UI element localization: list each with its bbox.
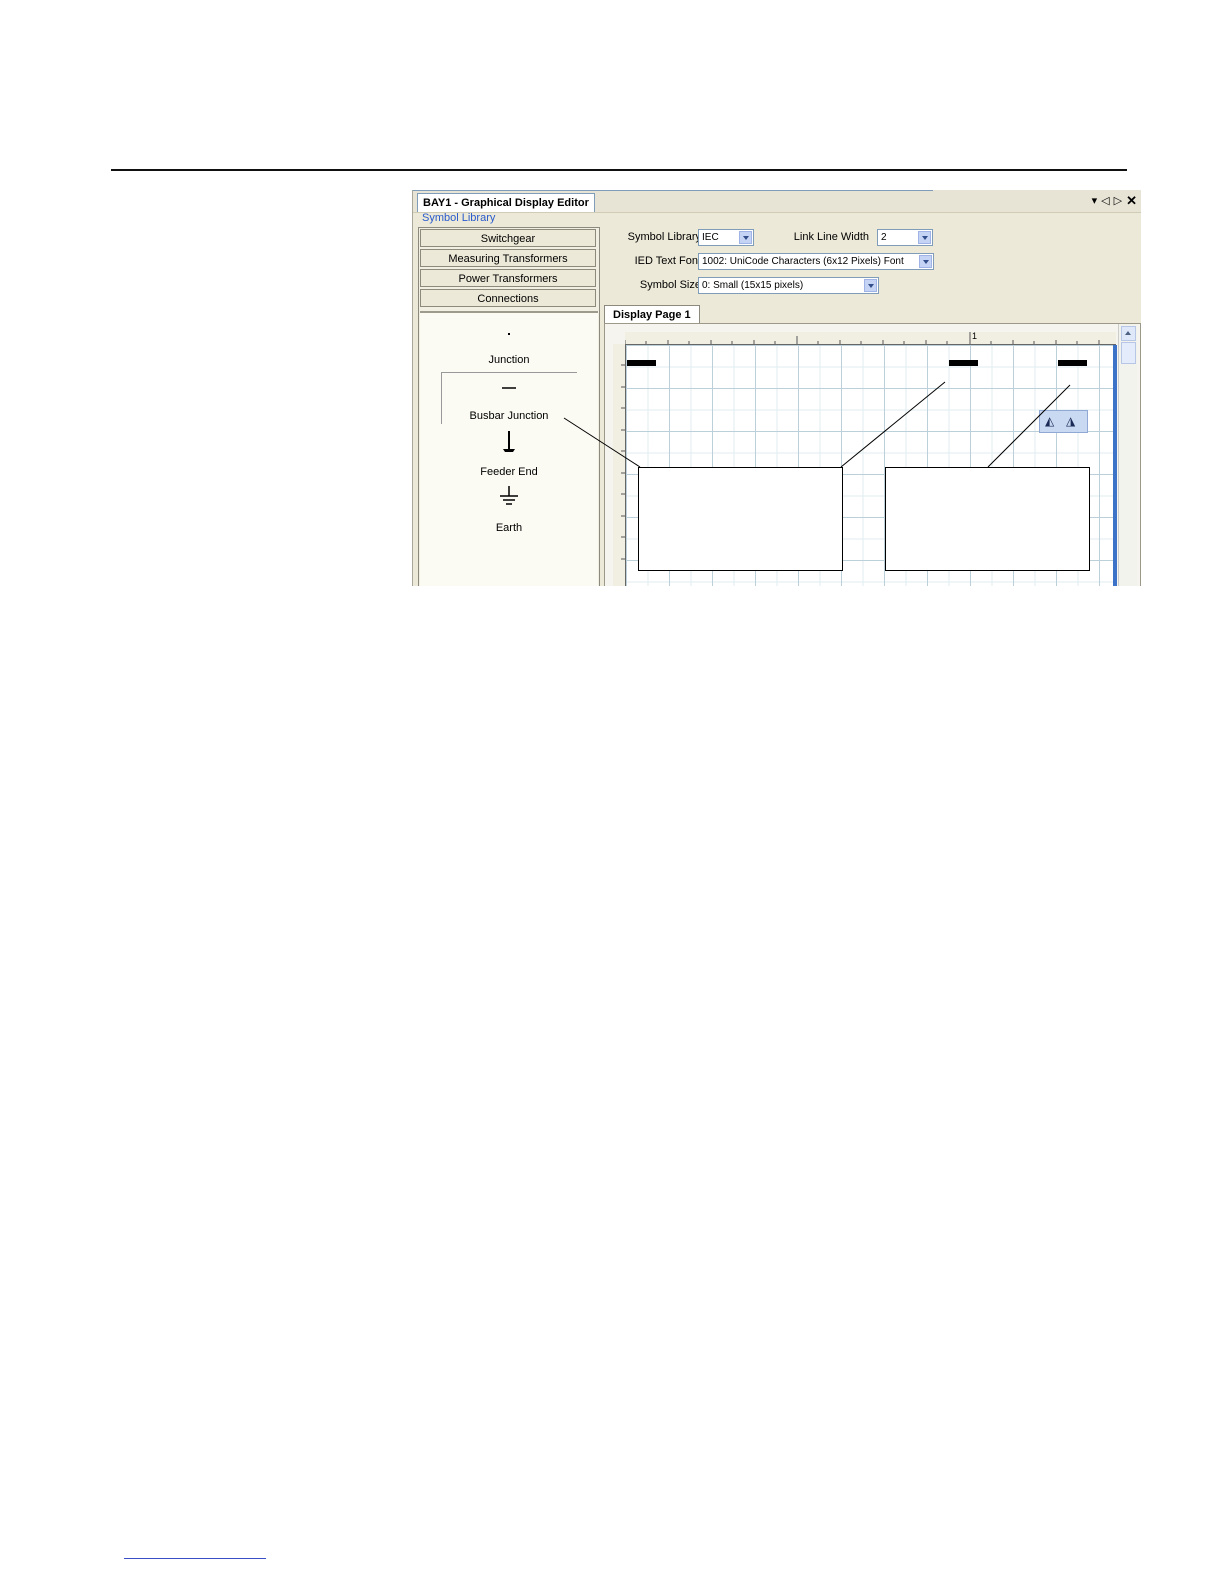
ied-text-font-select[interactable]: 1002: UniCode Characters (6x12 Pixels) F…: [698, 253, 934, 270]
tab-display-page-1[interactable]: Display Page 1: [604, 305, 700, 324]
earth-ground-icon[interactable]: [499, 485, 519, 507]
symbol-label-feeder-end[interactable]: Feeder End: [420, 466, 598, 478]
editor-title-strip: BAY1 - Graphical Display Editor ▾ ◁ ▷ ✕: [413, 190, 1141, 213]
window-controls: ▾ ◁ ▷ ✕: [1092, 193, 1137, 209]
ruler-mark: 1: [972, 331, 978, 341]
flip-horizontal-icon[interactable]: ◭: [1045, 414, 1054, 428]
symbol-size-select[interactable]: 0: Small (15x15 pixels): [698, 277, 879, 294]
close-icon[interactable]: ✕: [1126, 194, 1137, 208]
symbol-library-label: Symbol Library: [627, 231, 701, 243]
chevron-down-icon[interactable]: [864, 279, 877, 292]
callout-box-left: [638, 467, 843, 571]
flip-toolbar: ◭ ◮: [1039, 410, 1088, 433]
link-line-width-select[interactable]: 2: [877, 229, 933, 246]
busbar-symbol-left[interactable]: [627, 360, 656, 366]
category-switchgear[interactable]: Switchgear: [420, 229, 596, 247]
scrollbar-thumb[interactable]: [1121, 342, 1136, 364]
footnote-rule: [124, 1558, 266, 1559]
symbol-library-header: Symbol Library: [422, 212, 496, 224]
symbol-size-label: Symbol Size: [639, 279, 701, 291]
dropdown-menu-icon[interactable]: ▾: [1092, 194, 1098, 208]
junction-dot-icon[interactable]: [499, 325, 519, 347]
category-measuring-transformers[interactable]: Measuring Transformers: [420, 249, 596, 267]
feeder-end-arrow-icon[interactable]: [499, 430, 519, 452]
vertical-ruler: [613, 344, 626, 586]
symbol-list: Junction Busbar Junction Feeder End Eart…: [420, 311, 598, 586]
scroll-up-icon[interactable]: [1121, 326, 1136, 341]
horizontal-ruler: 1: [625, 331, 1116, 345]
category-connections[interactable]: Connections: [420, 289, 596, 307]
chevron-down-icon[interactable]: [918, 231, 931, 244]
symbol-library-panel: Switchgear Measuring Transformers Power …: [418, 227, 600, 586]
symbol-label-earth[interactable]: Earth: [420, 522, 598, 534]
vertical-scrollbar[interactable]: [1118, 324, 1137, 586]
symbol-library-select[interactable]: IEC: [698, 229, 754, 246]
scroll-right-icon[interactable]: ▷: [1114, 194, 1122, 208]
ied-text-font-label: IED Text Font: [634, 255, 701, 267]
page-header-rule: [111, 169, 1127, 171]
page-boundary-line: [1113, 345, 1117, 586]
editor-document-tab[interactable]: BAY1 - Graphical Display Editor: [417, 193, 595, 212]
display-settings: Symbol Library IEC Link Line Width 2 IED…: [603, 227, 1133, 307]
callout-box-right: [885, 467, 1090, 571]
flip-vertical-icon[interactable]: ◮: [1066, 414, 1075, 428]
scroll-left-icon[interactable]: ◁: [1101, 194, 1109, 208]
busbar-junction-icon[interactable]: [499, 377, 519, 399]
busbar-symbol-middle[interactable]: [949, 360, 978, 366]
symbol-label-busbar-junction[interactable]: Busbar Junction: [420, 410, 598, 422]
chevron-down-icon[interactable]: [739, 231, 752, 244]
symbol-label-junction[interactable]: Junction: [420, 354, 598, 366]
chevron-down-icon[interactable]: [919, 255, 932, 268]
category-power-transformers[interactable]: Power Transformers: [420, 269, 596, 287]
link-line-width-label: Link Line Width: [793, 231, 869, 243]
busbar-symbol-right[interactable]: [1058, 360, 1087, 366]
